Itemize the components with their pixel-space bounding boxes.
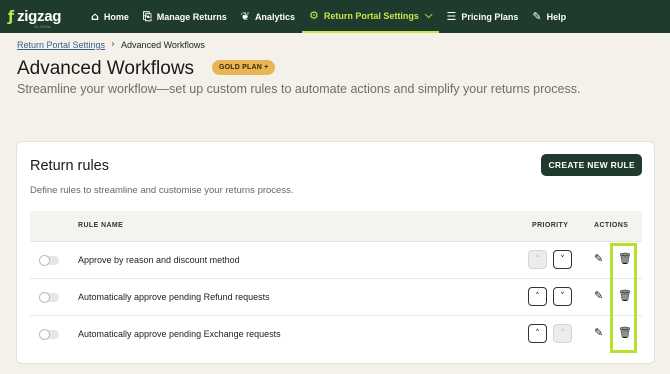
chevron-down-icon: ˅ — [560, 254, 565, 265]
nav-pricing-plans-label: Pricing Plans — [461, 11, 519, 22]
nav-pricing-plans[interactable]: ☰ Pricing Plans — [439, 0, 525, 33]
move-up-button[interactable]: ˄ — [528, 324, 547, 343]
column-priority: PRIORITY — [532, 222, 569, 229]
page-subtitle: Streamline your workflow—set up custom r… — [17, 82, 581, 96]
move-down-button[interactable]: ˅ — [553, 324, 572, 343]
logo-text: zigzag — [17, 8, 62, 25]
breadcrumb: Return Portal Settings › Advanced Workfl… — [17, 39, 205, 50]
toggle-knob — [39, 255, 50, 266]
move-up-button[interactable]: ˄ — [528, 287, 547, 306]
top-nav: ƒ zigzag GLOBAL ⌂ Home ⎘ Manage Returns … — [0, 0, 670, 33]
chevron-right-icon: › — [111, 39, 116, 50]
nav-home[interactable]: ⌂ Home — [84, 0, 136, 33]
nav-return-portal-settings-label: Return Portal Settings — [323, 10, 419, 21]
breadcrumb-current: Advanced Workflows — [121, 39, 205, 50]
edit-pencil-icon[interactable]: ✎ — [594, 289, 603, 302]
return-rules-card: Return rules CREATE NEW RULE Define rule… — [16, 141, 655, 364]
nav-help[interactable]: ✎ Help — [525, 0, 573, 33]
nav-manage-returns[interactable]: ⎘ Manage Returns — [136, 0, 234, 33]
megaphone-icon: ❦ — [240, 10, 250, 23]
table-row: Automatically approve pending Exchange r… — [30, 315, 642, 352]
rule-name: Automatically approve pending Exchange r… — [78, 329, 281, 339]
chevron-down-icon: ˅ — [560, 291, 565, 302]
chevron-up-icon: ˄ — [535, 328, 540, 339]
create-new-rule-button[interactable]: CREATE NEW RULE — [541, 154, 642, 176]
toggle-knob — [39, 329, 50, 340]
nav-home-label: Home — [103, 11, 129, 22]
rules-table: RULE NAME PRIORITY ACTIONS Approve by re… — [30, 211, 642, 352]
column-actions: ACTIONS — [594, 222, 629, 229]
gear-icon: ⚙ — [308, 9, 319, 22]
edit-pencil-icon[interactable]: ✎ — [594, 252, 603, 265]
nav-help-label: Help — [546, 11, 567, 22]
delete-column-highlight — [610, 243, 637, 353]
logo-subtext: GLOBAL — [34, 24, 52, 29]
table-row: Automatically approve pending Refund req… — [30, 278, 642, 315]
breadcrumb-parent-link[interactable]: Return Portal Settings — [17, 40, 105, 50]
card-title: Return rules — [30, 158, 109, 174]
table-row: Approve by reason and discount method ˄ … — [30, 241, 642, 278]
rule-toggle[interactable] — [39, 292, 59, 303]
nav-return-portal-settings[interactable]: ⚙ Return Portal Settings ⌵ — [301, 0, 440, 33]
home-icon: ⌂ — [91, 10, 99, 23]
toggle-knob — [39, 292, 50, 303]
help-icon: ✎ — [532, 10, 542, 23]
rule-toggle[interactable] — [39, 329, 59, 340]
rule-toggle[interactable] — [39, 255, 59, 266]
list-icon: ☰ — [446, 10, 457, 23]
column-rule-name: RULE NAME — [78, 222, 124, 229]
chevron-up-icon: ˄ — [535, 254, 540, 265]
nav-analytics-label: Analytics — [254, 11, 295, 22]
chevron-down-icon: ˅ — [560, 328, 565, 339]
nav-analytics[interactable]: ❦ Analytics — [234, 0, 302, 33]
move-up-button[interactable]: ˄ — [528, 250, 547, 269]
move-down-button[interactable]: ˅ — [553, 250, 572, 269]
rule-name: Approve by reason and discount method — [78, 255, 240, 265]
nav-manage-returns-label: Manage Returns — [156, 11, 227, 22]
table-header: RULE NAME PRIORITY ACTIONS — [30, 211, 642, 241]
card-description: Define rules to streamline and customise… — [30, 185, 294, 196]
edit-pencil-icon[interactable]: ✎ — [594, 326, 603, 339]
rule-name: Automatically approve pending Refund req… — [78, 292, 270, 302]
logo-mark-icon: ƒ — [8, 8, 15, 25]
zigzag-logo[interactable]: ƒ zigzag GLOBAL — [8, 0, 84, 33]
plan-badge: GOLD PLAN + — [212, 60, 276, 75]
chevron-down-icon: ⌵ — [424, 10, 433, 21]
returns-icon: ⎘ — [142, 10, 152, 23]
page-title: Advanced Workflows — [17, 58, 195, 79]
chevron-up-icon: ˄ — [535, 291, 540, 302]
move-down-button[interactable]: ˅ — [553, 287, 572, 306]
